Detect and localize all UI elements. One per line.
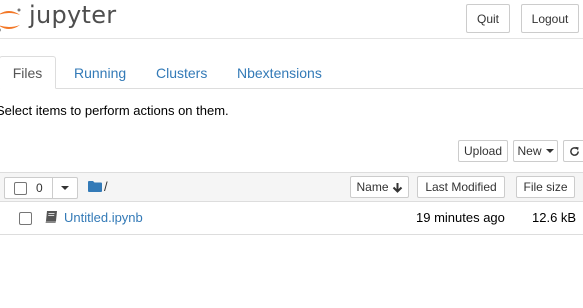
logout-button[interactable]: Logout — [521, 4, 579, 33]
tab-clusters[interactable]: Clusters — [156, 56, 207, 89]
selected-count: 0 — [36, 181, 43, 195]
sort-by-last-modified-button[interactable]: Last Modified — [417, 176, 505, 198]
logo-text: jupyter — [29, 1, 117, 29]
arrow-down-icon — [392, 182, 402, 193]
sort-name-label: Name — [356, 180, 389, 194]
item-name-link[interactable]: Untitled.ipynb — [64, 210, 143, 225]
jupyter-logo-icon — [0, 8, 21, 32]
breadcrumb[interactable]: / — [104, 179, 108, 194]
item-checkbox[interactable] — [19, 212, 32, 225]
chevron-down-icon — [61, 186, 70, 190]
tab-running[interactable]: Running — [74, 56, 126, 89]
refresh-icon — [569, 146, 579, 156]
select-all-button[interactable]: 0 — [4, 177, 54, 199]
new-button[interactable]: New — [513, 140, 558, 162]
item-size: 12.6 kB — [532, 210, 577, 225]
sort-by-name-button[interactable]: Name — [350, 176, 409, 198]
upload-button[interactable]: Upload — [458, 140, 508, 162]
tab-files[interactable]: Files — [0, 56, 56, 89]
quit-button[interactable]: Quit — [466, 4, 510, 33]
list-item[interactable]: Untitled.ipynb 19 minutes ago 12.6 kB — [0, 202, 583, 235]
new-button-label: New — [517, 144, 542, 158]
chevron-down-icon — [545, 149, 554, 153]
header-divider — [0, 38, 583, 39]
select-menu-toggle[interactable] — [53, 177, 78, 199]
file-list-header: 0 / Name Last Modified File size — [0, 172, 583, 202]
select-all-checkbox[interactable] — [14, 181, 27, 195]
tab-nbextensions[interactable]: Nbextensions — [237, 56, 322, 89]
select-all-group: 0 — [4, 177, 78, 199]
refresh-button[interactable] — [563, 140, 583, 162]
selection-hint: Select items to perform actions on them. — [0, 103, 229, 118]
sort-by-file-size-button[interactable]: File size — [516, 176, 575, 198]
notebook-icon — [45, 211, 57, 223]
folder-icon[interactable] — [88, 181, 102, 192]
item-modified: 19 minutes ago — [416, 210, 505, 225]
